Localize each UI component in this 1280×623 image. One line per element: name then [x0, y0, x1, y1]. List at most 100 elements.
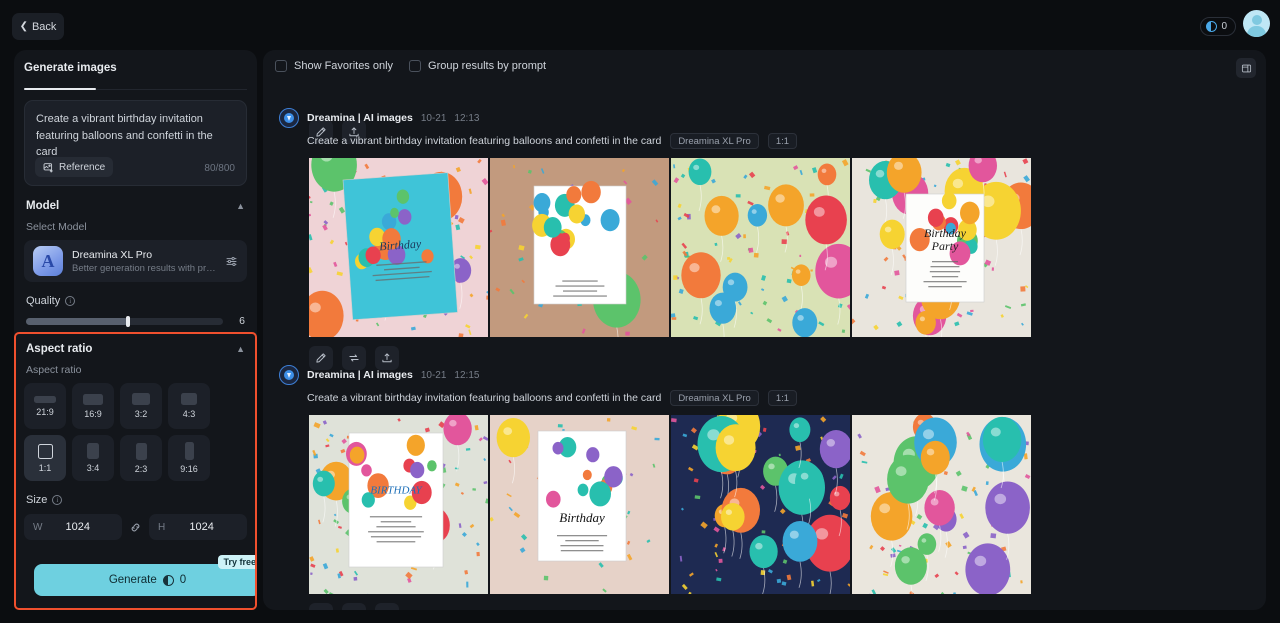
generate-button[interactable]: Generate 0 Try free: [34, 555, 257, 596]
model-logo-icon: A: [33, 246, 63, 276]
quality-label: Quality: [26, 295, 61, 307]
result-group: Dreamina | AI images 10-21 12:15 Create a v…: [263, 365, 1266, 610]
result-time: 12:13: [454, 112, 480, 124]
svg-text:Birthday: Birthday: [379, 236, 423, 253]
result-image[interactable]: [852, 415, 1031, 594]
height-value[interactable]: 1024: [165, 521, 238, 533]
size-label: Size: [26, 494, 48, 506]
chevron-up-icon[interactable]: ▲: [236, 201, 245, 211]
aspect-ratio-shape-icon: [34, 395, 56, 403]
download-icon[interactable]: [375, 603, 399, 610]
result-prompt: Create a vibrant birthday invitation fea…: [307, 135, 662, 147]
reference-button[interactable]: Reference: [35, 157, 114, 177]
height-field[interactable]: H 1024: [149, 514, 247, 540]
result-date: 10-21: [420, 112, 447, 124]
aspect-ratio-21-9[interactable]: 21:9: [24, 383, 66, 429]
back-button[interactable]: ❮ Back: [12, 13, 64, 40]
result-image[interactable]: Birthday Party: [852, 158, 1031, 337]
model-name: Dreamina XL Pro: [72, 248, 153, 261]
tab-generate-images[interactable]: Generate images: [24, 62, 117, 74]
size-inputs-row: W 1024 H 1024: [24, 514, 247, 540]
generate-sidebar: Generate images Create a vibrant birthda…: [14, 50, 257, 610]
aspect-ratio-3-2[interactable]: 3:2: [120, 383, 162, 429]
filter-checkbox-group-by-prompt[interactable]: Group results by prompt: [409, 60, 546, 72]
svg-text:Birthday: Birthday: [924, 226, 967, 240]
regenerate-icon[interactable]: [342, 603, 366, 610]
info-icon[interactable]: i: [52, 495, 63, 505]
sliders-icon[interactable]: [225, 255, 238, 268]
panel-layout-icon[interactable]: [1236, 58, 1256, 78]
chevron-up-icon[interactable]: ▲: [236, 344, 245, 354]
aspect-ratio-shape-icon: [181, 393, 197, 405]
filter-label: Show Favorites only: [294, 60, 394, 72]
aspect-ratio-9-16[interactable]: 9:16: [168, 435, 210, 481]
model-card-texts: Dreamina XL Pro Better generation result…: [72, 249, 216, 274]
result-image[interactable]: Birthday: [309, 158, 488, 337]
height-key-label: H: [158, 521, 166, 533]
result-actions: [263, 603, 1266, 610]
avatar[interactable]: [1243, 10, 1270, 37]
width-value[interactable]: 1024: [42, 521, 113, 533]
result-source: Dreamina | AI images: [307, 112, 413, 124]
filter-checkbox-favorites[interactable]: Show Favorites only: [275, 60, 393, 72]
aspect-ratio-shape-icon: [87, 443, 99, 459]
checkbox-icon[interactable]: [409, 60, 422, 72]
aspect-ratio-label: 2:3: [134, 463, 148, 474]
width-key-label: W: [33, 521, 43, 533]
ratio-tag: 1:1: [767, 133, 798, 149]
result-image[interactable]: Birthday: [490, 415, 669, 594]
credit-balance-chip[interactable]: 0: [1200, 17, 1236, 36]
aspect-ratio-shape-icon: [37, 443, 53, 459]
aspect-ratio-options: 21:9 16:9 3:2 4:3 1:1 3:4 2:3 9:16: [24, 383, 247, 481]
aspect-ratio-label: 21:9: [36, 406, 54, 417]
aspect-ratio-shape-icon: [83, 393, 103, 405]
quality-slider-handle[interactable]: [126, 315, 131, 327]
aspect-ratio-shape-icon: [132, 393, 150, 405]
result-image[interactable]: [671, 158, 850, 337]
quality-slider[interactable]: [26, 315, 223, 327]
result-time: 12:15: [454, 369, 480, 381]
credit-balance-value: 0: [1221, 21, 1227, 32]
result-image[interactable]: BIRTHDAY: [309, 415, 488, 594]
aspect-ratio-3-4[interactable]: 3:4: [72, 435, 114, 481]
result-header: Dreamina | AI images 10-21 12:15: [263, 365, 1266, 385]
aspect-ratio-label: 1:1: [38, 462, 52, 473]
prompt-input-box[interactable]: Create a vibrant birthday invitation fea…: [24, 100, 247, 186]
select-model-label: Select Model: [26, 221, 87, 233]
aspect-ratio-shape-icon: [135, 442, 147, 460]
aspect-ratio-1-1[interactable]: 1:1: [24, 435, 66, 481]
aspect-ratio-4-3[interactable]: 4:3: [168, 383, 210, 429]
coin-icon: [1206, 21, 1218, 32]
aspect-ratio-2-3[interactable]: 2:3: [120, 435, 162, 481]
aspect-ratio-shape-icon: [184, 442, 194, 460]
aspect-ratio-label: 16:9: [84, 408, 102, 419]
filter-label: Group results by prompt: [428, 60, 547, 72]
result-image-row: Birthday Birthday Party: [263, 158, 1266, 337]
results-panel: Dreamina | AI images 10-21 12:13 Create a v…: [263, 50, 1266, 610]
model-section-title: Model: [26, 200, 60, 212]
aspect-ratio-16-9[interactable]: 16:9: [72, 383, 114, 429]
size-label-row: Size i: [26, 494, 245, 506]
generate-cost: 0: [179, 574, 187, 586]
result-image[interactable]: [490, 158, 669, 337]
checkbox-icon[interactable]: [275, 60, 287, 72]
model-selector-card[interactable]: A Dreamina XL Pro Better generation resu…: [24, 240, 247, 282]
results-scroll-area[interactable]: Dreamina | AI images 10-21 12:13 Create a v…: [263, 50, 1266, 610]
quality-slider-row: 6: [26, 315, 245, 327]
edit-icon[interactable]: [309, 603, 333, 610]
result-prompt: Create a vibrant birthday invitation fea…: [307, 392, 662, 404]
dreamina-logo-icon: [279, 365, 299, 385]
link-icon[interactable]: [129, 521, 142, 534]
aspect-ratio-label: 3:2: [134, 409, 148, 419]
svg-text:BIRTHDAY: BIRTHDAY: [370, 484, 423, 496]
aspect-ratio-label: 4:3: [182, 409, 196, 419]
result-image-row: BIRTHDAY Birthday: [263, 415, 1266, 594]
info-icon[interactable]: i: [65, 296, 76, 306]
top-bar: ❮ Back 0: [0, 0, 1280, 52]
model-section-header: Model ▲: [26, 200, 245, 212]
prompt-text[interactable]: Create a vibrant birthday invitation fea…: [36, 111, 235, 161]
width-field[interactable]: W 1024: [24, 514, 122, 540]
result-image[interactable]: [671, 415, 850, 594]
chevron-left-icon: ❮: [19, 20, 28, 32]
ratio-tag: 1:1: [767, 390, 798, 406]
